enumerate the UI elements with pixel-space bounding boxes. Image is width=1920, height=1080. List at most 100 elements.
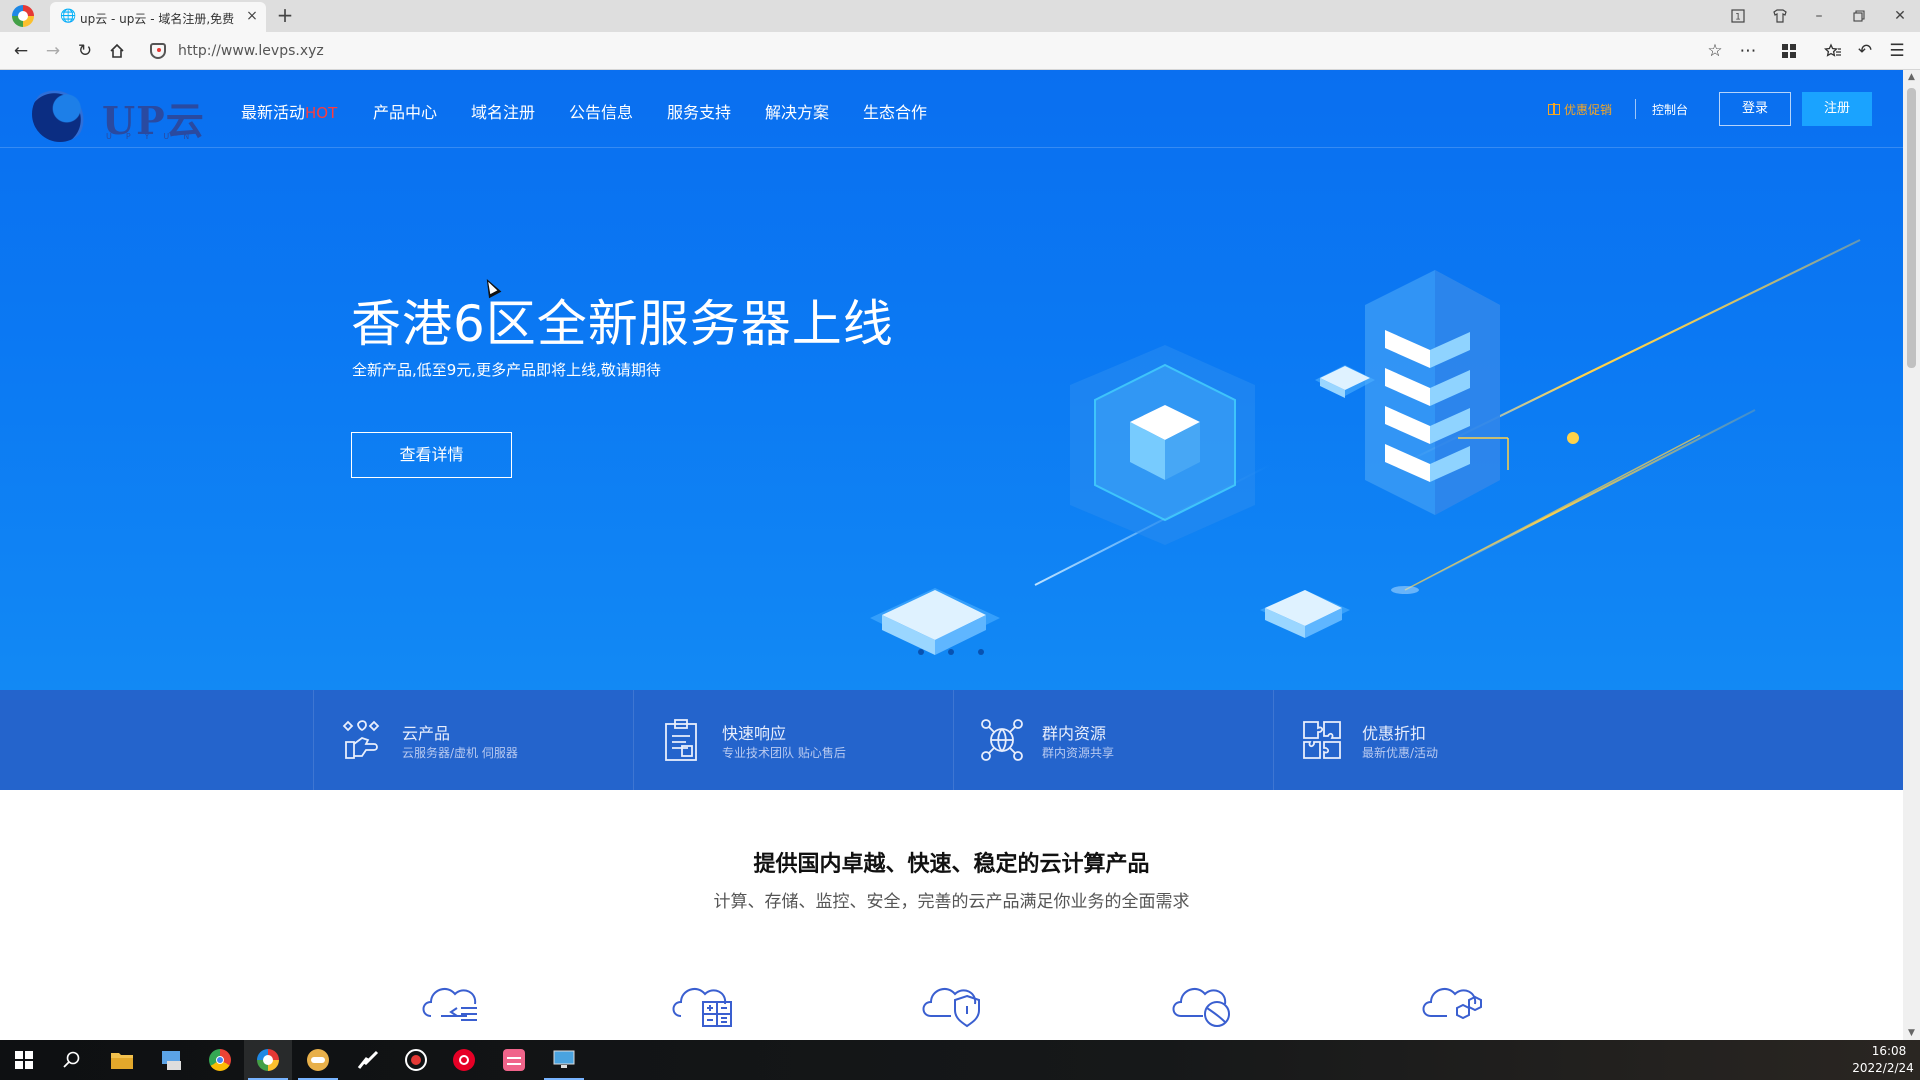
windows-taskbar: 16:08 2022/2/24 — [0, 1040, 1920, 1080]
feature-strip: 云产品 云服务器/虚机 伺服器 快速响应 专业技术团队 贴心售后 群内资源 群内… — [0, 690, 1903, 790]
browser-taskbar-icon[interactable] — [244, 1040, 292, 1080]
forward-icon[interactable]: → — [42, 40, 64, 62]
nav-latest-activity[interactable]: 最新活动HOT — [241, 99, 337, 123]
feature-discounts[interactable]: 优惠折扣 最新优惠/活动 — [1273, 690, 1593, 790]
clipboard-icon — [665, 719, 697, 761]
scroll-up-arrow-icon[interactable]: ▲ — [1906, 72, 1917, 82]
globe-icon: 🌐 — [60, 9, 77, 24]
close-window-icon[interactable]: ✕ — [1888, 4, 1912, 28]
back-icon[interactable]: ← — [10, 40, 32, 62]
nav-service-support[interactable]: 服务支持 — [667, 99, 731, 123]
cloud-hand-icon — [342, 720, 380, 759]
nav-domain-registration[interactable]: 域名注册 — [471, 99, 535, 123]
reload-icon[interactable]: ↻ — [74, 40, 96, 62]
feature-title: 群内资源 — [1042, 724, 1107, 743]
site-logo[interactable]: UP云 UPYUN — [32, 86, 207, 143]
nav-product-center[interactable]: 产品中心 — [373, 99, 437, 123]
apps-grid-icon[interactable] — [1778, 40, 1800, 62]
feature-fast-response[interactable]: 快速响应 专业技术团队 贴心售后 — [633, 690, 953, 790]
nav-ecosystem[interactable]: 生态合作 — [863, 99, 927, 123]
app-taskbar-icon[interactable] — [294, 1040, 342, 1080]
feature-desc: 专业技术团队 贴心售后 — [722, 746, 846, 760]
cloud-shield-icon[interactable] — [917, 972, 989, 1028]
register-button[interactable]: 注册 — [1802, 92, 1872, 126]
cloud-calculator-icon[interactable] — [667, 972, 739, 1028]
browser-tab[interactable]: 🌐 up云 - up云 - 域名注册,免费 × — [50, 2, 266, 32]
slider-dot[interactable] — [948, 649, 954, 655]
slider-dot[interactable] — [978, 649, 984, 655]
cloud-chart-icon[interactable] — [1167, 972, 1239, 1028]
close-tab-icon[interactable]: × — [244, 8, 260, 24]
feature-group-resources[interactable]: 群内资源 群内资源共享 — [953, 690, 1273, 790]
server-illustration — [870, 239, 1861, 655]
nav-solutions[interactable]: 解决方案 — [765, 99, 829, 123]
tab-title: up云 - up云 - 域名注册,免费 — [80, 12, 235, 26]
url-text[interactable]: http://www.levps.xyz — [178, 43, 324, 59]
start-button[interactable] — [0, 1040, 48, 1080]
promo-link[interactable]: 优惠促销 — [1548, 101, 1612, 118]
clock-date[interactable]: 2022/2/24 — [1850, 1061, 1916, 1075]
site-header: UP云 UPYUN 最新活动HOT 产品中心 域名注册 公告信息 服务支持 解决… — [0, 70, 1903, 148]
puzzle-icon — [1303, 721, 1341, 759]
webpage: UP云 UPYUN 最新活动HOT 产品中心 域名注册 公告信息 服务支持 解决… — [0, 70, 1903, 1040]
netease-music-icon[interactable] — [440, 1040, 488, 1080]
feature-cloud-products[interactable]: 云产品 云服务器/虚机 伺服器 — [313, 690, 633, 790]
chrome-icon[interactable] — [196, 1040, 244, 1080]
slider-dots — [918, 640, 1008, 659]
promo-label: 优惠促销 — [1564, 103, 1613, 117]
clock-time[interactable]: 16:08 — [1862, 1044, 1916, 1058]
media-app-icon[interactable] — [490, 1040, 538, 1080]
record-icon[interactable] — [392, 1040, 440, 1080]
tab-counter-icon[interactable]: 1 — [1726, 4, 1750, 28]
login-button[interactable]: 登录 — [1719, 92, 1791, 126]
browser-tabstrip: 🌐 up云 - up云 - 域名注册,免费 × + 1 – ✕ — [0, 0, 1920, 32]
menu-icon[interactable]: ☰ — [1886, 40, 1908, 62]
feature-title: 优惠折扣 — [1362, 724, 1427, 743]
hero-banner: UP云 UPYUN 最新活动HOT 产品中心 域名注册 公告信息 服务支持 解决… — [0, 70, 1903, 690]
file-explorer-icon[interactable] — [98, 1040, 146, 1080]
header-divider — [1635, 99, 1636, 119]
skin-icon[interactable] — [1768, 4, 1792, 28]
favorites-icon[interactable] — [1822, 40, 1844, 62]
nav-label: 最新活动 — [241, 103, 306, 122]
feature-desc: 最新优惠/活动 — [1362, 746, 1439, 760]
home-icon[interactable] — [106, 40, 128, 62]
products-subheading: 计算、存储、监控、安全，完善的云产品满足你业务的全面需求 — [713, 892, 1190, 912]
console-link[interactable]: 控制台 — [1652, 101, 1688, 118]
hero-subtitle: 全新产品,低至9元,更多产品即将上线,敬请期待 — [352, 361, 661, 379]
globe-network-icon — [981, 719, 1023, 761]
feature-title: 快速响应 — [722, 724, 787, 743]
gift-icon — [1548, 103, 1560, 115]
bookmark-star-icon[interactable]: ☆ — [1704, 40, 1726, 62]
address-bar[interactable]: http://www.levps.xyz — [144, 37, 1749, 65]
scroll-thumb[interactable] — [1907, 88, 1916, 368]
logo-swirl-icon — [32, 86, 88, 142]
hero-title: 香港6区全新服务器上线 — [351, 295, 894, 353]
hot-badge: HOT — [305, 104, 338, 122]
nav-announcements[interactable]: 公告信息 — [569, 99, 633, 123]
feature-desc: 云服务器/虚机 伺服器 — [402, 746, 518, 760]
feather-app-icon[interactable] — [344, 1040, 392, 1080]
cloud-hexagon-icon[interactable] — [1417, 972, 1489, 1028]
browser-toolbar: ← → ↻ http://www.levps.xyz ☆ ⋯ ↶ ☰ — [0, 32, 1920, 70]
security-shield-icon[interactable] — [150, 43, 166, 59]
search-icon[interactable] — [48, 1040, 96, 1080]
cloud-list-icon[interactable] — [417, 972, 489, 1028]
control-panel-icon[interactable] — [148, 1040, 196, 1080]
svg-text:1: 1 — [1735, 13, 1741, 23]
feature-title: 云产品 — [402, 724, 451, 743]
undo-icon[interactable]: ↶ — [1854, 40, 1876, 62]
slider-dot[interactable] — [918, 649, 924, 655]
logo-subtext: UPYUN — [106, 132, 204, 141]
page-scrollbar[interactable]: ▲ ▼ — [1903, 70, 1920, 1040]
more-icon[interactable]: ⋯ — [1737, 40, 1759, 62]
new-tab-button[interactable]: + — [274, 4, 296, 26]
minimize-icon[interactable]: – — [1807, 4, 1831, 28]
products-heading: 提供国内卓越、快速、稳定的云计算产品 — [753, 852, 1150, 877]
view-details-button[interactable]: 查看详情 — [351, 432, 512, 478]
remote-desktop-icon[interactable] — [540, 1040, 588, 1080]
scroll-down-arrow-icon[interactable]: ▼ — [1906, 1028, 1917, 1038]
restore-icon[interactable] — [1847, 4, 1871, 28]
feature-desc: 群内资源共享 — [1042, 746, 1115, 760]
browser-logo-icon[interactable] — [12, 5, 34, 27]
